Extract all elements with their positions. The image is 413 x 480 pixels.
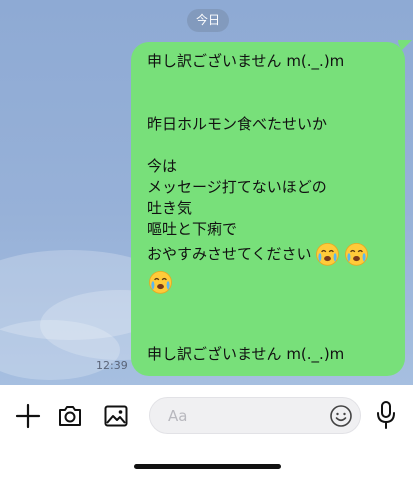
message-line: メッセージ打てないほどの: [147, 178, 327, 196]
date-separator: 今日: [187, 9, 229, 32]
message-line-with-emoji: おやすみさせてください: [147, 240, 393, 268]
plus-icon[interactable]: [14, 402, 42, 430]
crying-face-emoji-icon: [344, 242, 368, 266]
home-indicator[interactable]: [134, 464, 281, 469]
message-bubble[interactable]: 申し訳ございません m(._.)m 昨日ホルモン食べたせいか 今は メッセージ打…: [131, 42, 405, 376]
message-line: 今は: [147, 157, 178, 175]
message-line: おやすみさせてください: [147, 245, 312, 263]
message-input[interactable]: Aa: [149, 397, 361, 434]
input-placeholder: Aa: [168, 407, 188, 425]
message-line: 申し訳ございません m(._.)m: [147, 52, 345, 70]
microphone-icon[interactable]: [374, 400, 398, 430]
message-timestamp: 12:39: [96, 359, 128, 372]
crying-face-emoji-icon: [149, 270, 172, 294]
crying-face-emoji-icon: [315, 242, 339, 266]
message-line: 嘔吐と下痢で: [147, 220, 238, 238]
emoji-line: [147, 268, 393, 302]
smiley-icon[interactable]: [329, 404, 353, 428]
message-line: 吐き気: [147, 199, 193, 217]
message-line: 申し訳ございません m(._.)m: [147, 345, 345, 363]
camera-icon[interactable]: [56, 402, 84, 430]
image-icon[interactable]: [102, 402, 130, 430]
chat-area[interactable]: 今日 申し訳ございません m(._.)m 昨日ホルモン食べたせいか 今は メッセ…: [0, 0, 413, 385]
message-line: 昨日ホルモン食べたせいか: [147, 115, 328, 133]
